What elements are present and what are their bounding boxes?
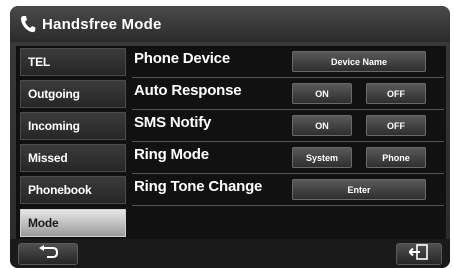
sidebar-item-label: Incoming [28,119,80,133]
page-title: Handsfree Mode [42,15,162,33]
setting-label: Ring Mode [134,146,209,163]
sidebar-item-incoming[interactable]: Incoming [20,112,126,140]
sidebar-item-mode[interactable]: Mode [20,209,126,237]
sidebar-item-label: Phonebook [28,183,92,197]
exit-icon [408,243,429,265]
sidebar-item-outgoing[interactable]: Outgoing [20,80,126,108]
ring-mode-phone-button[interactable]: Phone [366,147,426,168]
handsfree-screen: Handsfree Mode TEL Outgoing Incoming Mis… [10,6,450,268]
sidebar-item-label: TEL [28,55,51,69]
sidebar: TEL Outgoing Incoming Missed Phonebook M… [16,46,126,239]
title-bar: Handsfree Mode [10,6,450,42]
setting-row-auto-response: Auto Response ON OFF [132,78,444,110]
setting-row-phone-device: Phone Device Device Name [132,46,444,78]
setting-row-sms-notify: SMS Notify ON OFF [132,110,444,142]
sidebar-item-tel[interactable]: TEL [20,48,126,76]
ring-tone-enter-button[interactable]: Enter [292,179,426,200]
settings-list: Phone Device Device Name Auto Response O… [132,46,444,239]
setting-row-ring-tone-change: Ring Tone Change Enter [132,174,444,206]
setting-label: SMS Notify [134,114,212,131]
auto-response-off-button[interactable]: OFF [366,83,426,104]
sidebar-item-label: Mode [28,216,59,230]
bottom-bar [10,239,450,268]
auto-response-on-button[interactable]: ON [292,83,352,104]
exit-button[interactable] [396,243,442,265]
phone-icon [20,15,36,33]
back-button[interactable] [18,243,78,265]
ring-mode-system-button[interactable]: System [292,147,352,168]
setting-label: Phone Device [134,50,230,67]
device-name-button[interactable]: Device Name [292,51,426,72]
main-panel: TEL Outgoing Incoming Missed Phonebook M… [16,46,446,239]
sidebar-item-missed[interactable]: Missed [20,144,126,172]
setting-row-ring-mode: Ring Mode System Phone [132,142,444,174]
setting-label: Auto Response [134,82,242,99]
sms-notify-off-button[interactable]: OFF [366,115,426,136]
back-arrow-icon [37,244,59,264]
sidebar-item-phonebook[interactable]: Phonebook [20,176,126,204]
sidebar-item-label: Missed [28,151,68,165]
sidebar-item-label: Outgoing [28,87,80,101]
setting-label: Ring Tone Change [134,178,263,195]
sms-notify-on-button[interactable]: ON [292,115,352,136]
